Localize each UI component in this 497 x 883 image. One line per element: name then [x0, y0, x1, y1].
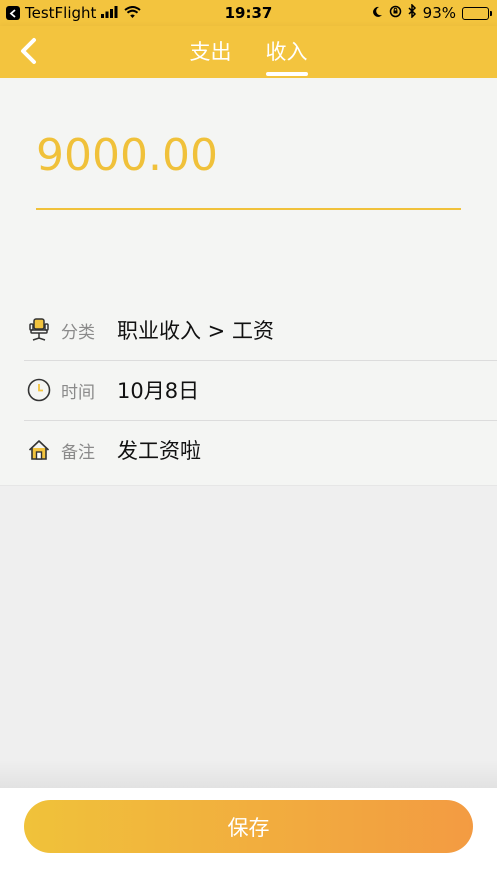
battery-percent: 93% — [422, 4, 456, 22]
tab-income[interactable]: 收入 — [264, 26, 310, 78]
save-button[interactable]: 保存 — [24, 800, 473, 853]
tab-expense[interactable]: 支出 — [188, 26, 234, 78]
rotation-lock-icon — [389, 4, 402, 22]
back-app-name[interactable]: TestFlight — [25, 4, 96, 22]
time-row[interactable]: 时间 10月8日 — [0, 360, 497, 420]
bluetooth-icon — [408, 3, 417, 22]
bottom-bar: 保存 — [0, 788, 497, 883]
moon-icon — [371, 4, 383, 22]
time-value: 10月8日 — [117, 379, 200, 403]
amount-underline — [36, 208, 461, 210]
detail-list: 分类 职业收入 > 工资 时间 10月8日 备注 发工资啦 — [0, 300, 497, 486]
details-bottom-edge — [0, 480, 497, 486]
battery-icon — [462, 6, 492, 20]
status-left: TestFlight — [6, 4, 142, 22]
note-value: 发工资啦 — [117, 439, 201, 463]
signal-icon — [101, 4, 119, 22]
category-value: 职业收入 > 工资 — [117, 319, 274, 343]
note-row[interactable]: 备注 发工资啦 — [0, 420, 497, 480]
type-tabs: 支出 收入 — [0, 26, 497, 78]
note-label: 备注 — [61, 442, 95, 463]
clock-icon — [26, 377, 52, 403]
category-label: 分类 — [61, 322, 95, 343]
wifi-icon — [124, 4, 142, 22]
house-icon — [26, 437, 52, 463]
amount-input[interactable]: 9000.00 — [36, 130, 218, 181]
nav-bar: 支出 收入 — [0, 26, 497, 78]
back-to-app-icon[interactable] — [6, 6, 20, 20]
amount-area: 9000.00 — [0, 78, 497, 300]
bottom-shadow — [0, 760, 497, 790]
status-right: 93% — [371, 3, 492, 22]
chair-icon — [26, 317, 52, 343]
status-bar: TestFlight 19:37 93% — [0, 0, 497, 26]
category-row[interactable]: 分类 职业收入 > 工资 — [0, 300, 497, 360]
time-label: 时间 — [61, 382, 95, 403]
